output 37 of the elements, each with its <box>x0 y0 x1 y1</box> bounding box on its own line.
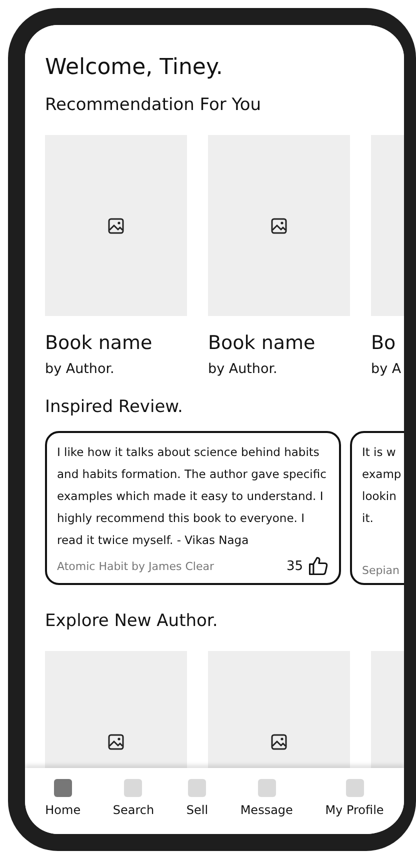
tab-icon <box>188 779 206 797</box>
review-text-line: examp <box>362 466 402 483</box>
review-card[interactable]: It is w examp lookin it. Sepian <box>350 431 404 585</box>
review-text-line: it. <box>362 510 374 527</box>
image-placeholder[interactable] <box>45 135 187 316</box>
book-title: Book name <box>208 331 316 356</box>
image-placeholder[interactable] <box>208 135 350 316</box>
section-title: Inspired Review. <box>45 396 183 419</box>
nav-tab[interactable]: Home <box>45 779 81 817</box>
welcome-heading: Welcome, Tiney. <box>45 54 223 82</box>
book-author: by A <box>371 360 402 379</box>
image-icon <box>108 734 124 750</box>
review-text-line: It is w <box>362 444 396 461</box>
thumbs-up-icon[interactable] <box>307 555 329 577</box>
review-text-line: lookin <box>362 488 396 505</box>
book-title: Bo <box>371 331 396 356</box>
image-icon <box>271 734 287 750</box>
tab-icon <box>124 779 142 797</box>
tab-icon <box>258 779 276 797</box>
review-card[interactable] <box>45 431 341 585</box>
review-source: Atomic Habit by James Clear <box>57 560 214 572</box>
book-author: by Author. <box>208 360 278 379</box>
image-icon <box>271 218 287 234</box>
tab-icon <box>346 779 364 797</box>
image-icon <box>108 218 124 234</box>
book-title: Book name <box>45 331 152 356</box>
review-text: I like how it talks about science behind habits and habits formation. The author gave specific examples which made it easy to understand. I highly recommend this book to everyone. I read it twice myself. - Vikas Naga <box>57 444 328 549</box>
book-author: by Author. <box>45 360 114 379</box>
review-source: Sepian <box>362 564 400 577</box>
section-title: Explore New Author. <box>45 610 218 633</box>
nav-tab[interactable]: Message <box>240 779 293 817</box>
nav-tab[interactable]: My Profile <box>325 779 384 817</box>
tab-icon <box>54 779 72 797</box>
like-count: 35 <box>286 558 303 574</box>
section-title: Recommendation For You <box>45 94 262 117</box>
nav-tab[interactable]: Sell <box>186 779 208 817</box>
nav-tab[interactable]: Search <box>112 779 154 817</box>
